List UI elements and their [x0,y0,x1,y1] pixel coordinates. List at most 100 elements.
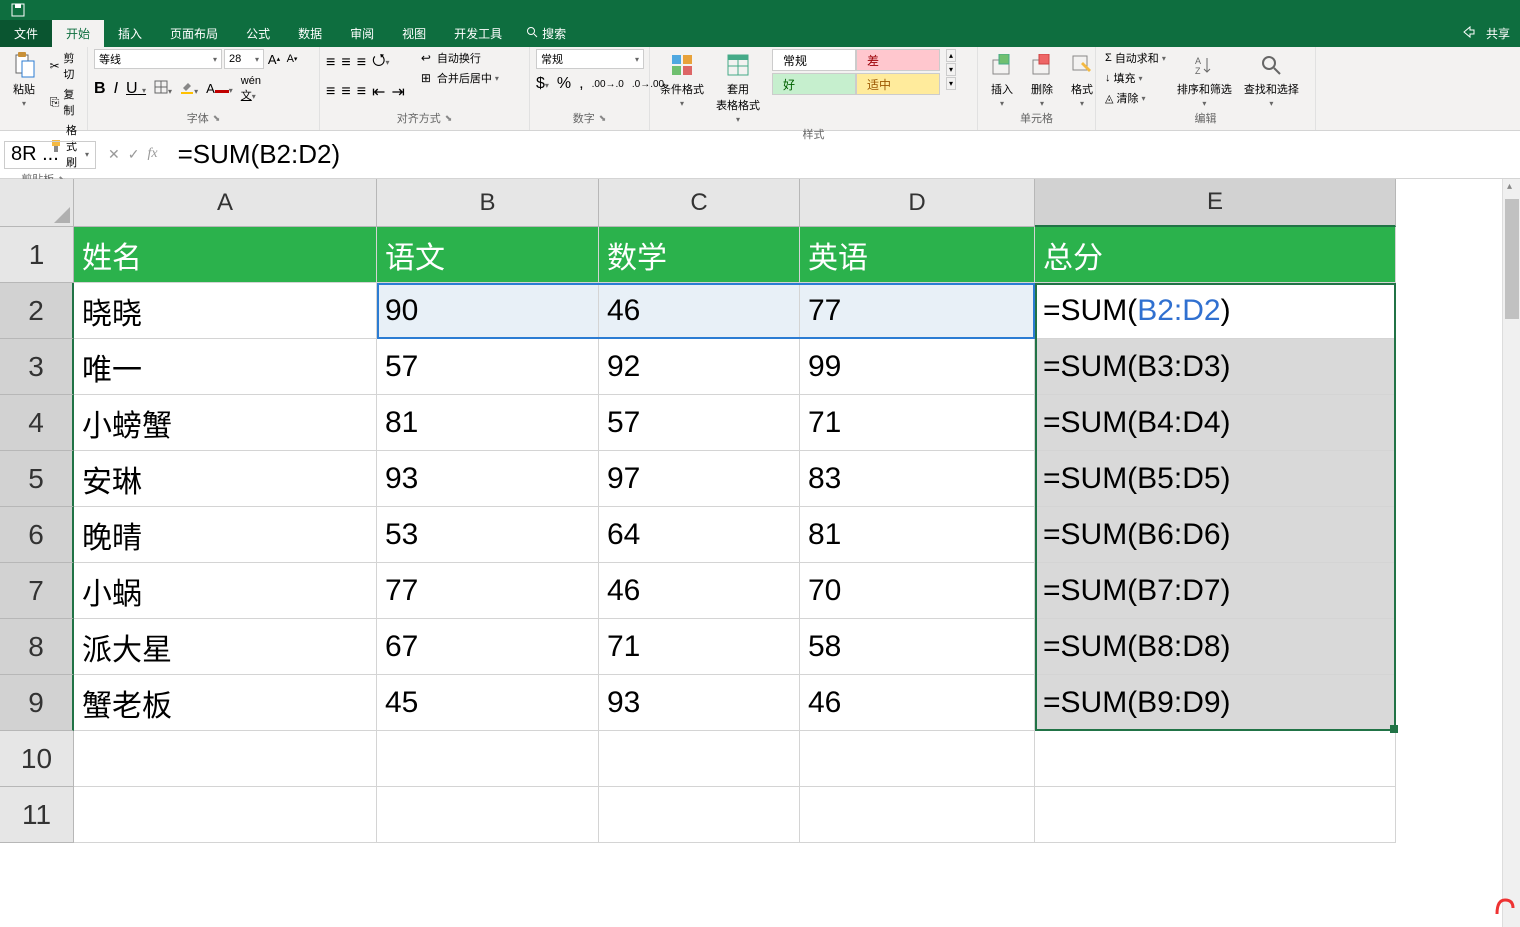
cell[interactable]: 46 [599,563,800,619]
cell[interactable]: 81 [377,395,599,451]
cell[interactable]: 小蜗 [74,563,377,619]
row-header-3[interactable]: 3 [0,339,74,395]
cut-button[interactable]: ✂ 剪切 [46,49,82,83]
row-header-8[interactable]: 8 [0,619,74,675]
cell[interactable]: 99 [800,339,1035,395]
merge-center-button[interactable]: ⊞ 合并后居中 ▾ [415,69,502,87]
cell[interactable]: 57 [377,339,599,395]
header-cell[interactable]: 姓名 [74,227,377,283]
header-cell[interactable]: 总分 [1035,227,1396,283]
cell[interactable]: 唯一 [74,339,377,395]
align-center-icon[interactable]: ≡ [341,83,350,101]
cell[interactable]: 蟹老板 [74,675,377,731]
row-header-4[interactable]: 4 [0,395,74,451]
autosum-button[interactable]: Σ自动求和▾ [1102,49,1169,67]
fill-color-button[interactable]: ▾ [180,80,198,99]
align-bottom-icon[interactable]: ≡ [357,54,366,72]
fx-icon[interactable]: fx [147,146,157,163]
cell[interactable] [599,787,800,843]
cell[interactable]: 92 [599,339,800,395]
indent-decrease-icon[interactable]: ⇤ [372,82,385,102]
header-cell[interactable]: 语文 [377,227,599,283]
col-header-B[interactable]: B [377,179,599,227]
font-family-combo[interactable]: 等线▾ [94,49,222,69]
font-size-combo[interactable]: 28▾ [224,49,264,69]
cell[interactable]: =SUM(B4:D4) [1035,395,1396,451]
tab-view[interactable]: 视图 [388,20,440,47]
row-header-5[interactable]: 5 [0,451,74,507]
format-cells-button[interactable]: 格式▾ [1064,49,1100,110]
conditional-format-button[interactable]: 条件格式▾ [656,49,708,110]
cell[interactable]: 97 [599,451,800,507]
scroll-thumb[interactable] [1505,199,1519,319]
cell[interactable]: 晚晴 [74,507,377,563]
phonetic-button[interactable]: wén文▾ [241,75,261,103]
cell[interactable]: =SUM(B9:D9) [1035,675,1396,731]
cell[interactable]: =SUM(B8:D8) [1035,619,1396,675]
cell[interactable]: 77 [800,283,1035,339]
cell[interactable]: =SUM(B7:D7) [1035,563,1396,619]
currency-icon[interactable]: $▾ [536,75,549,93]
cell[interactable]: =SUM(B6:D6) [1035,507,1396,563]
decrease-font-icon[interactable]: A▾ [284,51,300,67]
cell[interactable]: 77 [377,563,599,619]
wrap-text-button[interactable]: ↩ 自动换行 [415,49,502,67]
cell[interactable]: 57 [599,395,800,451]
cell[interactable]: 晓晓 [74,283,377,339]
cell[interactable]: =SUM(B3:D3) [1035,339,1396,395]
cell[interactable]: 46 [800,675,1035,731]
scroll-up-icon[interactable]: ▴ [1507,181,1512,192]
cell[interactable] [74,787,377,843]
tab-developer[interactable]: 开发工具 [440,20,516,47]
orientation-icon[interactable]: ⭯▾ [372,49,390,76]
tab-home[interactable]: 开始 [52,20,104,47]
cell[interactable] [1035,731,1396,787]
font-color-button[interactable]: A▾ [206,80,233,98]
bold-button[interactable]: B [94,80,106,98]
copy-button[interactable]: ⎘ 复制 [46,85,82,119]
col-header-E[interactable]: E [1035,179,1396,227]
cell[interactable]: 81 [800,507,1035,563]
cell[interactable]: 小螃蟹 [74,395,377,451]
expand-icon[interactable]: ⬊ [213,113,221,124]
cell[interactable]: 70 [800,563,1035,619]
tab-data[interactable]: 数据 [284,20,336,47]
table-format-button[interactable]: 套用 表格格式▾ [712,49,764,126]
percent-icon[interactable]: % [557,75,571,93]
cell[interactable]: 93 [377,451,599,507]
align-middle-icon[interactable]: ≡ [341,54,350,72]
cell[interactable]: 58 [800,619,1035,675]
comma-icon[interactable]: , [579,75,583,93]
search-box[interactable]: 搜索 [526,20,566,47]
indent-increase-icon[interactable]: ⇥ [391,82,404,102]
align-right-icon[interactable]: ≡ [357,83,366,101]
underline-button[interactable]: U ▾ [126,80,146,98]
cell[interactable] [377,787,599,843]
cell[interactable] [599,731,800,787]
cell[interactable]: 安琳 [74,451,377,507]
formula-input[interactable]: =SUM(B2:D2) [170,139,1520,170]
paste-button[interactable]: 粘贴 ▾ [6,49,42,110]
style-bad[interactable]: 差 [856,49,940,71]
cell[interactable]: 53 [377,507,599,563]
enter-formula-icon[interactable]: ✓ [128,146,140,163]
col-header-D[interactable]: D [800,179,1035,227]
sort-filter-button[interactable]: AZ 排序和筛选▾ [1173,49,1236,110]
row-header-7[interactable]: 7 [0,563,74,619]
select-all-corner[interactable] [0,179,74,227]
cell[interactable]: 93 [599,675,800,731]
col-header-C[interactable]: C [599,179,800,227]
row-header-11[interactable]: 11 [0,787,74,843]
row-header-10[interactable]: 10 [0,731,74,787]
cancel-formula-icon[interactable]: ✕ [108,146,120,163]
share-label[interactable]: 共享 [1486,25,1510,42]
style-normal[interactable]: 常规 [772,49,856,71]
cell[interactable]: 45 [377,675,599,731]
vertical-scrollbar[interactable]: ▴ [1502,179,1520,927]
cell[interactable]: 90 [377,283,599,339]
name-box[interactable]: 8R ... ▾ [4,141,96,169]
fill-button[interactable]: ↓填充▾ [1102,69,1169,87]
style-scroll-down-icon[interactable]: ▾ [946,63,956,76]
share-icon[interactable] [1462,25,1476,42]
style-scroll-up-icon[interactable]: ▴ [946,49,956,62]
